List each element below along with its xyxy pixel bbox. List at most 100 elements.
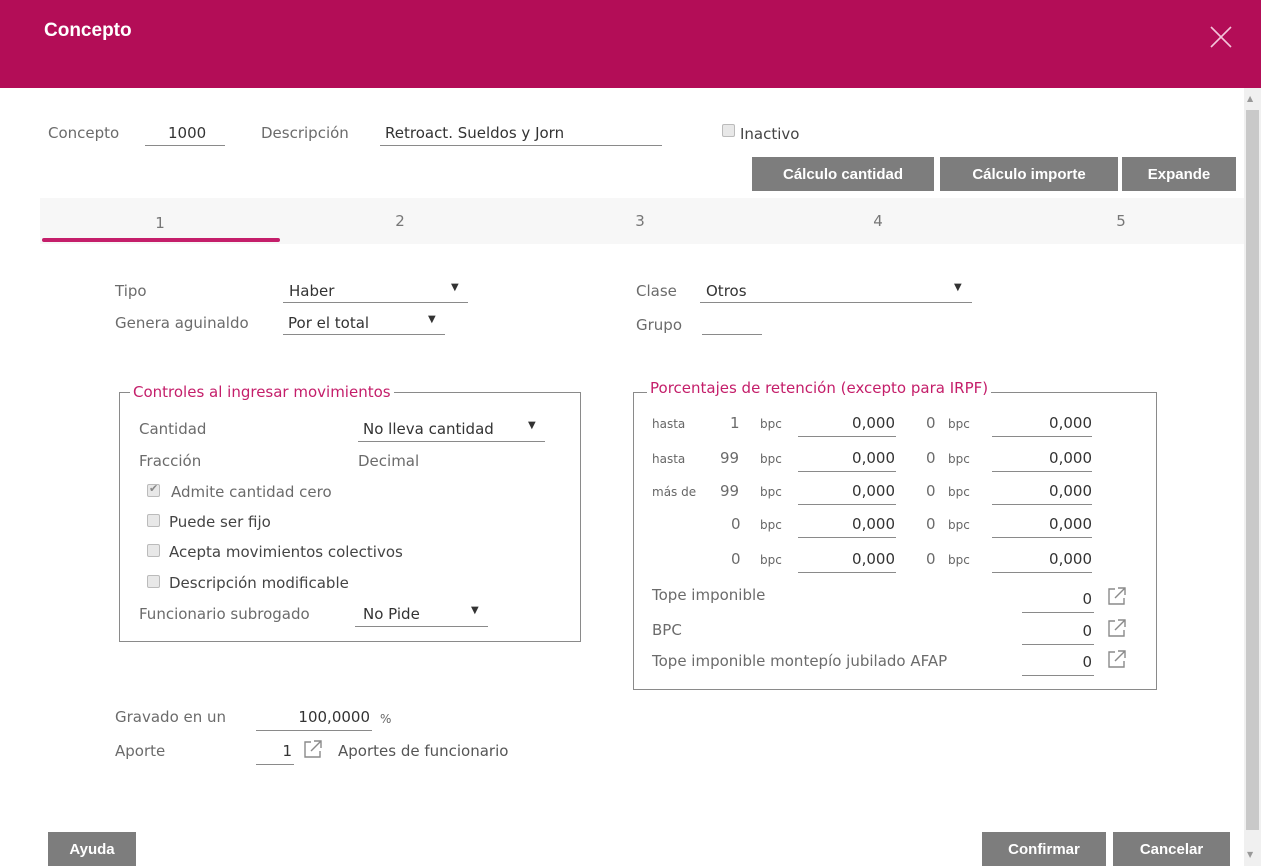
- title-bar: Concepto: [0, 0, 1261, 88]
- clase-select[interactable]: Otros ▼: [700, 278, 972, 302]
- row-v1-underline: [798, 537, 896, 538]
- scroll-up-icon[interactable]: ▲: [1247, 94, 1253, 103]
- aguinaldo-select[interactable]: Por el total ▼: [283, 310, 445, 334]
- row-u1: bpc: [760, 485, 782, 499]
- clase-label: Clase: [636, 282, 677, 300]
- row-v1-input[interactable]: 0,000: [800, 515, 895, 533]
- cantidad-select[interactable]: No lleva cantidad ▼: [358, 416, 545, 440]
- row-u1: bpc: [760, 452, 782, 466]
- dropdown-arrow-icon: ▼: [954, 282, 962, 293]
- grupo-underline: [702, 334, 762, 335]
- row-u2: bpc: [948, 518, 970, 532]
- row-n1: 99: [720, 482, 740, 500]
- tope-afap-underline: [1022, 675, 1094, 676]
- bpc-input[interactable]: 0: [1030, 622, 1092, 640]
- row-u2: bpc: [948, 485, 970, 499]
- subrogado-label: Funcionario subrogado: [139, 605, 310, 623]
- row-u2: bpc: [948, 452, 970, 466]
- puede-ser-fijo-checkbox[interactable]: [147, 514, 160, 527]
- cantidad-value: No lleva cantidad: [363, 420, 494, 438]
- concepto-input[interactable]: 1000: [168, 124, 206, 142]
- subrogado-select[interactable]: No Pide ▼: [355, 601, 488, 625]
- row-u2: bpc: [948, 417, 970, 431]
- row-n2: 0: [926, 482, 936, 500]
- aporte-label: Aporte: [115, 742, 166, 760]
- admite-cero-checkbox[interactable]: [147, 482, 160, 497]
- row-v1-input[interactable]: 0,000: [800, 550, 895, 568]
- scrollbar-thumb[interactable]: [1246, 110, 1259, 830]
- gravado-input[interactable]: 100,0000: [256, 708, 370, 726]
- tope-label: Tope imponible: [652, 586, 766, 604]
- external-link-icon[interactable]: [302, 738, 324, 760]
- cantidad-underline: [358, 441, 545, 442]
- row-v2-underline: [992, 436, 1092, 437]
- cantidad-label: Cantidad: [139, 420, 207, 438]
- tab-1[interactable]: 1: [140, 214, 180, 232]
- row-prefix: más de: [652, 485, 697, 499]
- descripcion-modificable-checkbox[interactable]: [147, 575, 160, 588]
- inactivo-label: Inactivo: [740, 125, 800, 143]
- row-n2: 0: [926, 550, 936, 568]
- gravado-unit: %: [380, 712, 392, 726]
- descripcion-input[interactable]: Retroact. Sueldos y Jorn: [385, 124, 564, 142]
- clase-underline: [700, 302, 972, 303]
- dropdown-arrow-icon: ▼: [451, 282, 459, 293]
- fraccion-label: Fracción: [139, 452, 202, 470]
- dropdown-arrow-icon: ▼: [428, 314, 436, 325]
- scroll-down-icon[interactable]: ▼: [1247, 850, 1253, 859]
- aporte-input[interactable]: 1: [256, 742, 292, 760]
- confirmar-button[interactable]: Confirmar: [982, 832, 1106, 866]
- calculo-cantidad-button[interactable]: Cálculo cantidad: [752, 157, 934, 191]
- row-v2-input[interactable]: 0,000: [994, 482, 1092, 500]
- close-icon[interactable]: [1208, 24, 1234, 50]
- row-v1-underline: [798, 572, 896, 573]
- row-u2: bpc: [948, 553, 970, 567]
- tab-3[interactable]: 3: [620, 212, 660, 230]
- expande-button[interactable]: Expande: [1122, 157, 1236, 191]
- row-v2-underline: [992, 572, 1092, 573]
- inactivo-checkbox[interactable]: [722, 124, 735, 137]
- dropdown-arrow-icon: ▼: [528, 420, 536, 431]
- tipo-select[interactable]: Haber ▼: [283, 278, 468, 302]
- cancelar-button[interactable]: Cancelar: [1113, 832, 1230, 866]
- row-v2-underline: [992, 471, 1092, 472]
- descripcion-modificable-label: Descripción modificable: [169, 574, 349, 592]
- clase-value: Otros: [706, 282, 747, 300]
- row-v2-underline: [992, 537, 1092, 538]
- row-v1-underline: [798, 436, 896, 437]
- row-v1-input[interactable]: 0,000: [800, 414, 895, 432]
- tope-input[interactable]: 0: [1030, 590, 1092, 608]
- tope-afap-label: Tope imponible montepío jubilado AFAP: [652, 652, 948, 670]
- row-v2-input[interactable]: 0,000: [994, 414, 1092, 432]
- row-n1: 99: [720, 449, 740, 467]
- colectivos-checkbox[interactable]: [147, 544, 160, 557]
- controles-legend: Controles al ingresar movimientos: [130, 383, 394, 401]
- row-v1-underline: [798, 504, 896, 505]
- tope-afap-input[interactable]: 0: [1030, 653, 1092, 671]
- calculo-importe-button[interactable]: Cálculo importe: [940, 157, 1118, 191]
- tab-2[interactable]: 2: [380, 212, 420, 230]
- aporte-underline: [256, 764, 294, 765]
- row-v1-input[interactable]: 0,000: [800, 449, 895, 467]
- row-v2-input[interactable]: 0,000: [994, 449, 1092, 467]
- external-link-icon[interactable]: [1106, 617, 1128, 639]
- row-v1-underline: [798, 471, 896, 472]
- row-v1-input[interactable]: 0,000: [800, 482, 895, 500]
- row-prefix: hasta: [652, 417, 686, 431]
- window-title: Concepto: [44, 20, 132, 41]
- row-v2-input[interactable]: 0,000: [994, 515, 1092, 533]
- bpc-underline: [1022, 644, 1094, 645]
- row-v2-input[interactable]: 0,000: [994, 550, 1092, 568]
- external-link-icon[interactable]: [1106, 648, 1128, 670]
- grupo-label: Grupo: [636, 316, 682, 334]
- colectivos-label: Acepta movimientos colectivos: [169, 543, 403, 561]
- subrogado-underline: [355, 626, 488, 627]
- external-link-icon[interactable]: [1106, 585, 1128, 607]
- row-u1: bpc: [760, 518, 782, 532]
- puede-ser-fijo-label: Puede ser fijo: [169, 513, 271, 531]
- ayuda-button[interactable]: Ayuda: [48, 832, 136, 866]
- dropdown-arrow-icon: ▼: [471, 605, 479, 616]
- tab-5[interactable]: 5: [1101, 212, 1141, 230]
- tab-4[interactable]: 4: [858, 212, 898, 230]
- row-v2-underline: [992, 504, 1092, 505]
